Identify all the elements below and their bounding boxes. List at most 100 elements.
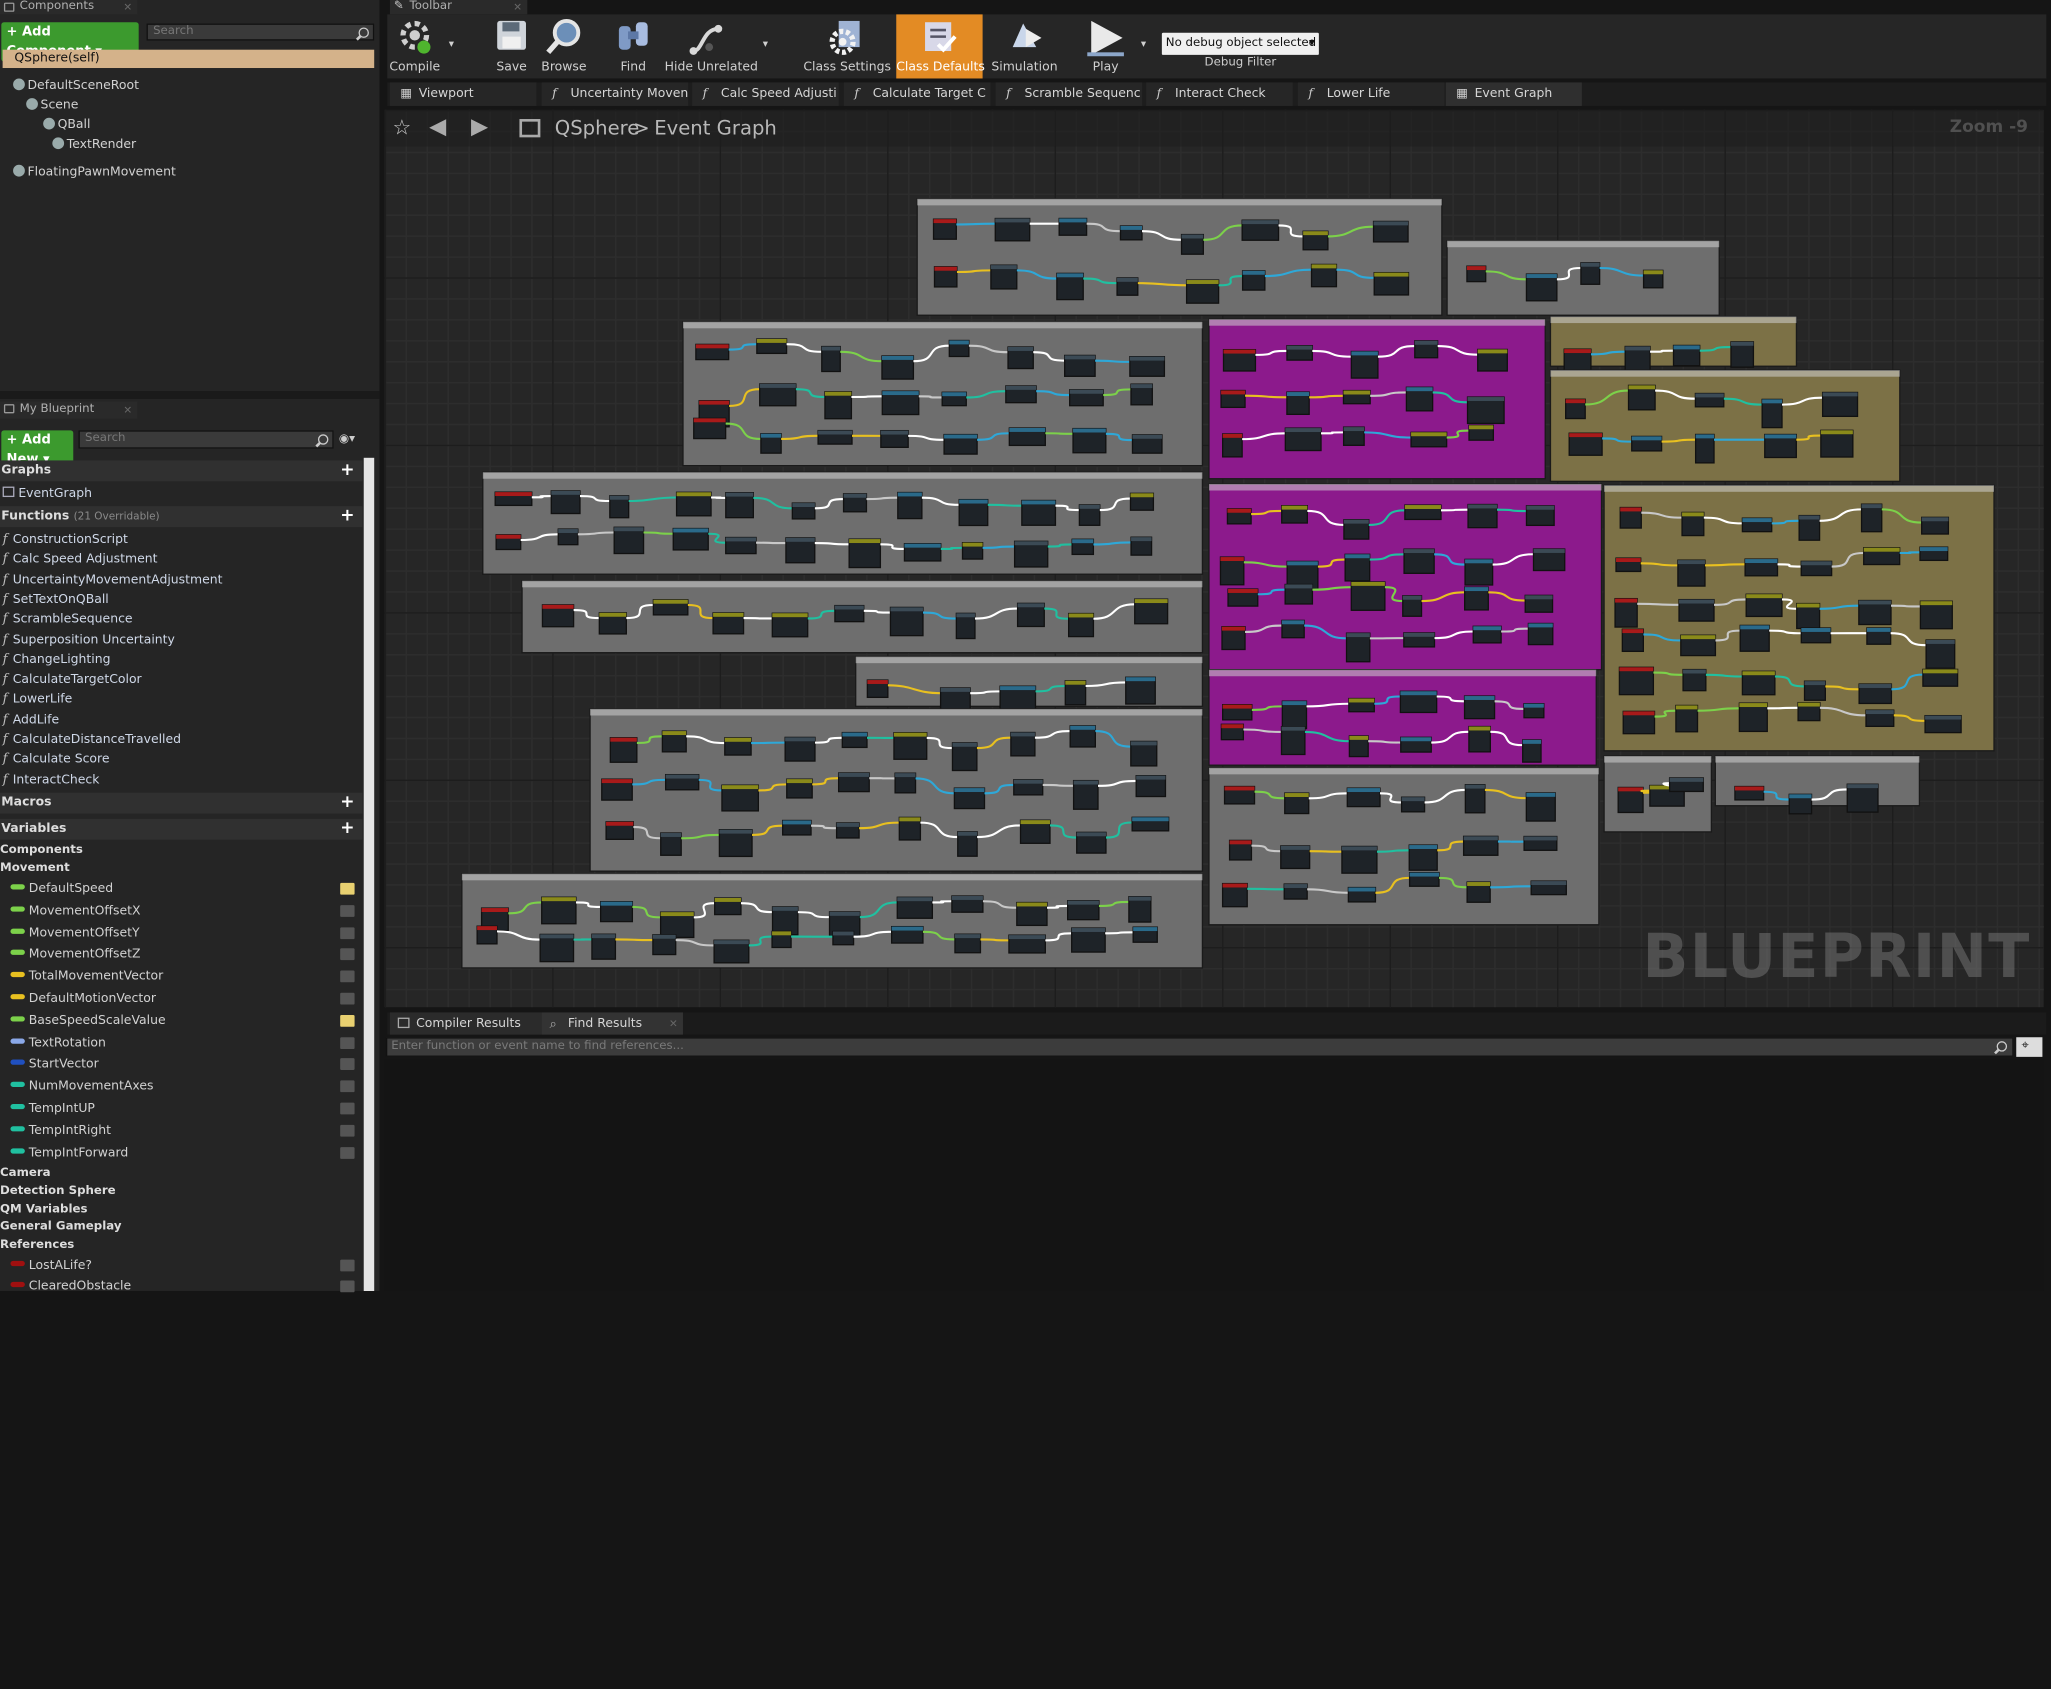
graph-node-header[interactable]: [833, 931, 854, 935]
comment-box-title[interactable]: [1447, 241, 1719, 248]
forward-arrow-icon[interactable]: ▶: [471, 114, 488, 140]
graph-node[interactable]: [1926, 640, 1955, 668]
graph-node-header[interactable]: [952, 896, 983, 900]
graph-node-header[interactable]: [1285, 584, 1312, 588]
graph-node-header[interactable]: [1282, 701, 1306, 705]
graph-node-header[interactable]: [1926, 640, 1955, 644]
graph-node-header[interactable]: [1401, 737, 1431, 741]
graph-node-header[interactable]: [1618, 787, 1643, 791]
close-icon[interactable]: ✕: [513, 0, 522, 14]
function-item[interactable]: fSetTextOnQBall: [3, 592, 109, 606]
wire[interactable]: [941, 548, 963, 549]
graph-node-header[interactable]: [1069, 614, 1094, 618]
graph-node-header[interactable]: [1281, 846, 1310, 850]
graph-node-header[interactable]: [785, 737, 815, 741]
visibility-eye-icon[interactable]: [340, 1015, 354, 1027]
graph-node[interactable]: [1739, 703, 1767, 731]
find-in-all-blueprints-button[interactable]: ⌖: [2016, 1037, 2042, 1057]
graph-node-header[interactable]: [1465, 696, 1495, 700]
graph-node-header[interactable]: [825, 392, 851, 396]
graph-node-header[interactable]: [837, 823, 859, 827]
graph-node-header[interactable]: [1411, 432, 1447, 436]
graph-node-header[interactable]: [1616, 558, 1641, 562]
variable-item[interactable]: DefaultSpeed: [10, 882, 113, 896]
visibility-eye-icon[interactable]: [340, 927, 354, 939]
compile-button[interactable]: Compile: [387, 14, 442, 78]
graph-node-header[interactable]: [1285, 793, 1309, 797]
graph-node-header[interactable]: [1018, 603, 1045, 607]
graph-node-header[interactable]: [482, 908, 509, 912]
graph-node-header[interactable]: [1057, 273, 1083, 277]
graph-node[interactable]: [1821, 430, 1853, 457]
graph-node-header[interactable]: [830, 912, 860, 916]
variable-category[interactable]: Camera: [0, 1167, 51, 1180]
graph-node[interactable]: [952, 743, 976, 771]
function-item[interactable]: fInteractCheck: [3, 772, 100, 786]
wire[interactable]: [1310, 851, 1342, 852]
graph-node-header[interactable]: [1117, 278, 1138, 282]
wire[interactable]: [1490, 886, 1531, 887]
graph-node-header[interactable]: [1531, 881, 1566, 885]
graph-node-header[interactable]: [1284, 884, 1307, 888]
visibility-eye-icon[interactable]: [340, 1081, 354, 1093]
visibility-eye-icon[interactable]: [340, 1037, 354, 1049]
graph-node-header[interactable]: [1287, 561, 1318, 565]
variable-category[interactable]: References: [0, 1239, 74, 1252]
graph-node[interactable]: [1676, 705, 1698, 731]
graph-node-header[interactable]: [1632, 436, 1662, 440]
class-defaults-button[interactable]: Class Defaults: [896, 14, 982, 78]
graph-node-header[interactable]: [1282, 620, 1304, 624]
graph-node-header[interactable]: [1679, 600, 1714, 604]
function-item[interactable]: fCalculateDistanceTravelled: [3, 732, 181, 746]
graph-node[interactable]: [540, 934, 573, 961]
graph-node-header[interactable]: [954, 788, 984, 792]
graph-node-header[interactable]: [1847, 784, 1878, 788]
graph-node-header[interactable]: [1742, 518, 1771, 522]
comment-box-title[interactable]: [856, 657, 1203, 664]
graph-node-header[interactable]: [1821, 430, 1853, 434]
graph-node[interactable]: [1220, 557, 1243, 585]
function-item[interactable]: fLowerLife: [3, 692, 73, 706]
graph-node-header[interactable]: [1224, 350, 1256, 354]
graph-node-header[interactable]: [963, 543, 983, 547]
graph-node-header[interactable]: [1629, 385, 1656, 389]
graph-node-header[interactable]: [1242, 220, 1278, 224]
graph-node[interactable]: [1862, 504, 1882, 532]
graph-node-header[interactable]: [1015, 541, 1048, 545]
graph-node-header[interactable]: [1131, 741, 1157, 745]
graph-node-header[interactable]: [1222, 627, 1245, 631]
graph-node-header[interactable]: [1526, 793, 1555, 797]
graph-node-header[interactable]: [898, 493, 922, 497]
tree-item-defaultsceneroot[interactable]: DefaultSceneRoot: [13, 78, 139, 92]
variable-item[interactable]: MovementOffsetZ: [10, 948, 140, 962]
graph-node-header[interactable]: [1065, 681, 1085, 685]
variable-item[interactable]: TempIntUP: [10, 1101, 94, 1115]
tab-compiler-results[interactable]: Compiler Results: [390, 1012, 542, 1034]
graph-node[interactable]: [890, 607, 923, 635]
play-button[interactable]: Play: [1078, 14, 1133, 78]
graph-node-header[interactable]: [1762, 399, 1782, 403]
comment-box[interactable]: [1550, 370, 1899, 481]
graph-node-header[interactable]: [1344, 427, 1365, 431]
visibility-eye-icon[interactable]: [340, 949, 354, 961]
graph-node-header[interactable]: [1223, 705, 1252, 709]
visibility-eye-icon[interactable]: [340, 883, 354, 895]
graph-node[interactable]: [1345, 554, 1370, 581]
breadcrumb-graph[interactable]: Event Graph: [654, 116, 777, 140]
graph-node-header[interactable]: [1524, 704, 1544, 708]
graph-node-header[interactable]: [1374, 273, 1408, 277]
graph-node-header[interactable]: [1526, 506, 1554, 510]
function-item[interactable]: fSuperposition Uncertainty: [3, 632, 175, 646]
variable-category[interactable]: Detection Sphere: [0, 1185, 116, 1198]
graph-node-header[interactable]: [882, 356, 913, 360]
tab-viewport[interactable]: ▦Viewport: [390, 82, 537, 106]
graph-node-header[interactable]: [1131, 384, 1152, 388]
graph-node-header[interactable]: [1342, 846, 1377, 850]
graph-node-header[interactable]: [1731, 342, 1753, 346]
graph-node-header[interactable]: [1920, 547, 1948, 551]
graph-node-header[interactable]: [1674, 345, 1700, 349]
graph-node-header[interactable]: [1223, 884, 1248, 888]
graph-node-header[interactable]: [725, 738, 751, 742]
graph-node-header[interactable]: [1523, 740, 1541, 744]
graph-node-header[interactable]: [1131, 537, 1152, 541]
